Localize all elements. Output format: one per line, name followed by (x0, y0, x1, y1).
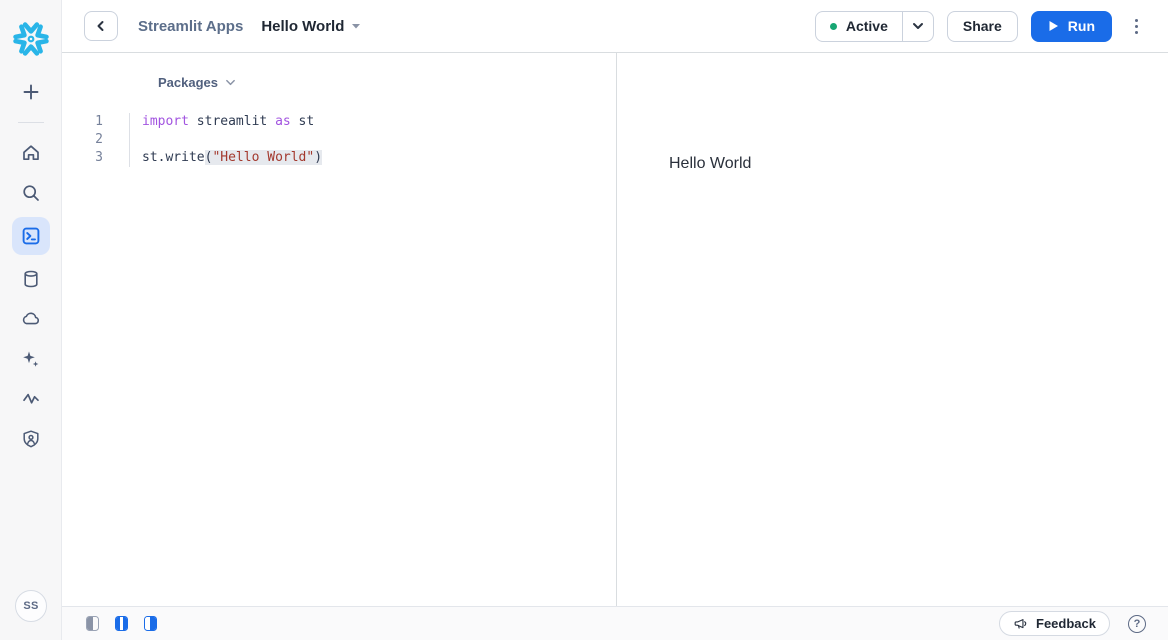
line-number: 2 (62, 131, 103, 149)
search-icon (21, 183, 41, 203)
sidebar-item-cloud[interactable] (12, 303, 50, 335)
run-button-label: Run (1068, 18, 1095, 34)
sidebar-item-home[interactable] (12, 137, 50, 169)
packages-label: Packages (158, 75, 218, 90)
header: Streamlit Apps Hello World Active (62, 0, 1168, 53)
footer-bar: Feedback ? (62, 606, 1168, 640)
layout-split-view-button[interactable] (115, 616, 128, 631)
status-button[interactable]: Active (816, 12, 902, 41)
chevron-left-icon (95, 20, 107, 32)
sidebar-nav (12, 76, 50, 455)
code-line[interactable]: import streamlit as st (142, 113, 616, 131)
page-title: Hello World (261, 18, 344, 35)
layout-toggles (86, 616, 157, 631)
app-preview-panel: Hello World (617, 53, 1168, 606)
more-options-button[interactable] (1127, 13, 1146, 40)
admin-shield-icon (21, 429, 41, 449)
layout-preview-only-button[interactable] (144, 616, 157, 631)
megaphone-icon (1013, 617, 1028, 631)
footer-right: Feedback ? (999, 611, 1146, 636)
preview-output-text: Hello World (617, 53, 1168, 173)
status-dropdown-button[interactable] (902, 12, 933, 41)
back-button[interactable] (84, 11, 118, 41)
code-gutter: 123 (62, 113, 130, 167)
sidebar-item-projects[interactable] (12, 217, 50, 255)
share-button[interactable]: Share (947, 11, 1018, 42)
chevron-down-icon (225, 77, 236, 88)
help-icon[interactable]: ? (1128, 615, 1146, 633)
line-number: 3 (62, 149, 103, 167)
line-number: 1 (62, 113, 103, 131)
sidebar-item-search[interactable] (12, 177, 50, 209)
code-lines[interactable]: import streamlit as st st.write("Hello W… (130, 113, 616, 167)
ai-sparkle-icon (21, 349, 41, 369)
sidebar-item-ai[interactable] (12, 343, 50, 375)
title-caret-icon[interactable] (351, 22, 361, 30)
feedback-button[interactable]: Feedback (999, 611, 1110, 636)
status-label: Active (846, 18, 888, 34)
breadcrumb[interactable]: Streamlit Apps (138, 18, 243, 35)
feedback-label: Feedback (1036, 616, 1096, 631)
code-line[interactable]: st.write("Hello World") (142, 149, 616, 167)
layout-editor-only-button[interactable] (86, 616, 99, 631)
status-dot-icon (830, 23, 837, 30)
run-button[interactable]: Run (1031, 11, 1112, 42)
chevron-down-icon (912, 20, 924, 32)
content: Packages 123 import streamlit as st st.w… (62, 53, 1168, 606)
sidebar-divider (18, 122, 44, 123)
new-item-button[interactable] (12, 76, 50, 108)
sidebar-item-data[interactable] (12, 263, 50, 295)
sidebar: SS (0, 0, 62, 640)
packages-dropdown[interactable]: Packages (62, 53, 616, 90)
home-icon (21, 143, 41, 163)
code-editor-panel: Packages 123 import streamlit as st st.w… (62, 53, 616, 606)
snowflake-logo-icon[interactable] (12, 20, 50, 58)
app-window: SS Streamlit Apps Hello World Active (0, 0, 1168, 640)
code-line[interactable] (142, 131, 616, 149)
sidebar-item-activity[interactable] (12, 383, 50, 415)
cloud-icon (21, 309, 41, 329)
activity-icon (21, 389, 41, 409)
code-editor[interactable]: 123 import streamlit as st st.write("Hel… (62, 113, 616, 167)
play-icon (1048, 20, 1059, 32)
status-split-button: Active (815, 11, 934, 42)
projects-terminal-icon (21, 226, 41, 246)
header-actions: Active Share Run (815, 11, 1146, 42)
main-column: Streamlit Apps Hello World Active (62, 0, 1168, 640)
sidebar-item-admin[interactable] (12, 423, 50, 455)
user-avatar[interactable]: SS (15, 590, 47, 622)
plus-icon (21, 82, 41, 102)
data-database-icon (21, 269, 41, 289)
